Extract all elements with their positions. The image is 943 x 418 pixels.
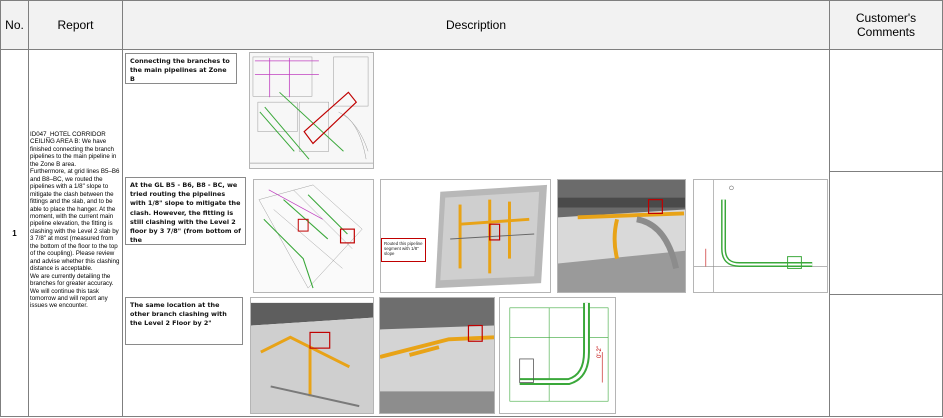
- callout-routing-slope: At the GL B5 - B6, B8 - BC, we tried rou…: [125, 177, 246, 245]
- row-number: 1: [12, 228, 17, 238]
- grid-bottom: [0, 416, 943, 417]
- header-description: Description: [123, 1, 829, 49]
- grid-col-3: [829, 0, 830, 417]
- routed-note-box: Routed this pipeline segment with 1/8" s…: [381, 238, 426, 262]
- grid-header-bottom: [0, 49, 943, 50]
- grid-comment-split-1: [830, 171, 942, 172]
- section-clash-dimension-image: [693, 179, 828, 293]
- 3d-clash-closeup-image: [557, 179, 686, 293]
- grid-col-1: [28, 0, 29, 417]
- 3d-routed-pipeline-image: [380, 179, 551, 293]
- report-text: ID047_HOTEL CORRIDOR CEILING AREA B: We …: [30, 131, 120, 310]
- grid-comment-split-2: [830, 294, 942, 295]
- plan-view-gl-b5-b6-image: [253, 179, 374, 293]
- grid-left: [0, 0, 1, 417]
- report-sheet: No. Report Description Customer's Commen…: [0, 0, 943, 418]
- header-customer-comments: Customer's Comments: [830, 1, 942, 49]
- 3d-other-branch-clash-image: [250, 297, 374, 414]
- dimension-label: 0'-2": [597, 346, 603, 358]
- grid-col-2: [122, 0, 123, 417]
- callout-same-location: The same location at the other branch cl…: [125, 297, 243, 345]
- header-report: Report: [29, 1, 122, 49]
- 3d-other-branch-closeup-image: [379, 297, 495, 414]
- plan-view-zone-b-image: [249, 52, 374, 169]
- header-no: No.: [1, 1, 28, 49]
- callout-connecting-branches: Connecting the branches to the main pipe…: [125, 53, 237, 84]
